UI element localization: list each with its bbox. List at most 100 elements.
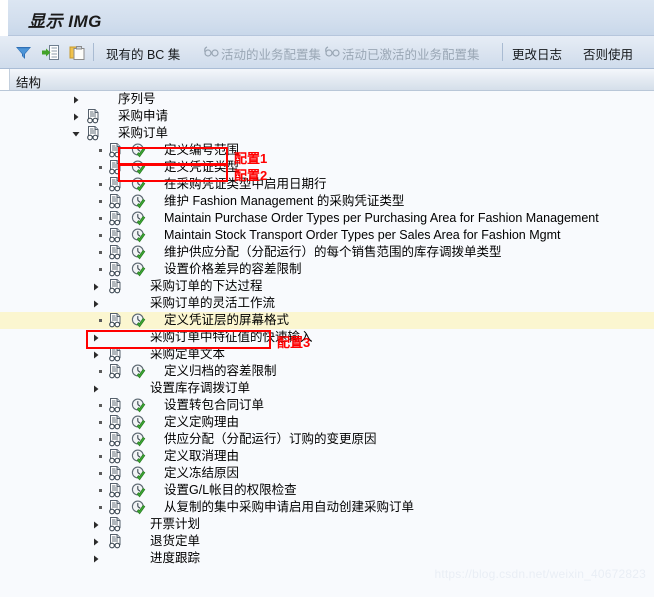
tree-row-label[interactable]: 定义冻结原因 <box>164 465 239 482</box>
tree-row-label[interactable]: 设置价格差异的容差限制 <box>164 261 302 278</box>
img-documentation-icon[interactable] <box>108 415 123 430</box>
tree-row[interactable]: 采购订单中特征值的快速输入 <box>0 329 654 346</box>
chevron-right-icon[interactable] <box>92 329 104 346</box>
expand-node-icon[interactable] <box>41 43 60 62</box>
img-documentation-icon[interactable] <box>108 245 123 260</box>
img-documentation-icon[interactable] <box>108 466 123 481</box>
tree-row-label[interactable]: Maintain Purchase Order Types per Purcha… <box>164 210 599 227</box>
img-activity-execute-icon[interactable] <box>131 415 146 430</box>
img-documentation-icon[interactable] <box>108 143 123 158</box>
img-activity-execute-icon[interactable] <box>131 245 146 260</box>
img-documentation-icon[interactable] <box>108 313 123 328</box>
tree-row-label[interactable]: 进度跟踪 <box>150 550 200 567</box>
img-documentation-icon[interactable] <box>108 347 123 362</box>
tree-row[interactable]: 设置价格差异的容差限制 <box>0 261 654 278</box>
img-activity-execute-icon[interactable] <box>131 466 146 481</box>
clipboard-icon[interactable] <box>68 43 87 62</box>
tree-row-label[interactable]: 设置库存调拨订单 <box>150 380 250 397</box>
img-activity-execute-icon[interactable] <box>131 500 146 515</box>
img-activity-execute-icon[interactable] <box>131 364 146 379</box>
existing-bc-sets-button[interactable]: 现有的 BC 集 <box>106 44 180 63</box>
img-activity-execute-icon[interactable] <box>131 398 146 413</box>
tree-row[interactable]: 维护 Fashion Management 的采购凭证类型 <box>0 193 654 210</box>
tree-row[interactable]: 定义凭证层的屏幕格式 <box>0 312 654 329</box>
tree-row-label[interactable]: 从复制的集中采购申请启用自动创建采购订单 <box>164 499 414 516</box>
img-documentation-icon[interactable] <box>108 449 123 464</box>
tree-row[interactable]: 维护供应分配（分配运行）的每个销售范围的库存调拨单类型 <box>0 244 654 261</box>
img-documentation-icon[interactable] <box>108 517 123 532</box>
tree-row-label[interactable]: 维护 Fashion Management 的采购凭证类型 <box>164 193 404 210</box>
tree-row[interactable]: 采购订单的灵活工作流 <box>0 295 654 312</box>
tree-row[interactable]: 从复制的集中采购申请启用自动创建采购订单 <box>0 499 654 516</box>
chevron-right-icon[interactable] <box>72 108 84 125</box>
chevron-right-icon[interactable] <box>92 295 104 312</box>
img-documentation-icon[interactable] <box>86 126 101 141</box>
img-documentation-icon[interactable] <box>108 194 123 209</box>
img-activity-execute-icon[interactable] <box>131 313 146 328</box>
chevron-right-icon[interactable] <box>72 91 84 108</box>
tree-row-label[interactable]: 定义编号范围 <box>164 142 239 159</box>
tree-row-label[interactable]: 采购订单的灵活工作流 <box>150 295 275 312</box>
tree-row-label[interactable]: 退货定单 <box>150 533 200 550</box>
tree-row[interactable]: Maintain Stock Transport Order Types per… <box>0 227 654 244</box>
img-documentation-icon[interactable] <box>108 364 123 379</box>
do-not-use-button[interactable]: 否则使用 <box>583 44 633 63</box>
tree-row[interactable]: 供应分配（分配运行）订购的变更原因 <box>0 431 654 448</box>
chevron-down-icon[interactable] <box>72 125 84 142</box>
tree-row[interactable]: 定义定购理由 <box>0 414 654 431</box>
chevron-right-icon[interactable] <box>92 533 104 550</box>
tree-row-label[interactable]: 采购订单 <box>118 125 168 142</box>
img-documentation-icon[interactable] <box>108 534 123 549</box>
img-activity-execute-icon[interactable] <box>131 194 146 209</box>
tree-row-label[interactable]: 供应分配（分配运行）订购的变更原因 <box>164 431 377 448</box>
tree-row[interactable]: 设置库存调拨订单 <box>0 380 654 397</box>
tree-row[interactable]: 采购订单的下达过程 <box>0 278 654 295</box>
tree-row[interactable]: 退货定单 <box>0 533 654 550</box>
tree-row-label[interactable]: 定义归档的容差限制 <box>164 363 277 380</box>
tree-row[interactable]: 定义归档的容差限制 <box>0 363 654 380</box>
filter-icon[interactable] <box>14 43 33 62</box>
tree-row[interactable]: 采购订单 <box>0 125 654 142</box>
img-activity-execute-icon[interactable] <box>131 262 146 277</box>
img-activity-execute-icon[interactable] <box>131 432 146 447</box>
img-activity-execute-icon[interactable] <box>131 228 146 243</box>
img-documentation-icon[interactable] <box>108 211 123 226</box>
img-activity-execute-icon[interactable] <box>131 177 146 192</box>
tree-row[interactable]: 开票计划 <box>0 516 654 533</box>
img-structure-tree[interactable]: 序列号 采购申请 采购订单 定义编号范围 定义凭证类型 在采购凭证类型中启用日期行 维护 F… <box>0 91 654 597</box>
tree-row[interactable]: 定义凭证类型 <box>0 159 654 176</box>
tree-row[interactable]: 在采购凭证类型中启用日期行 <box>0 176 654 193</box>
img-activity-execute-icon[interactable] <box>131 143 146 158</box>
change-log-button[interactable]: 更改日志 <box>512 44 562 63</box>
tree-row-label[interactable]: Maintain Stock Transport Order Types per… <box>164 227 560 244</box>
tree-row[interactable]: 采购定单文本 <box>0 346 654 363</box>
img-documentation-icon[interactable] <box>108 262 123 277</box>
tree-row-label[interactable]: 设置G/L帐目的权限检查 <box>164 482 297 499</box>
tree-row[interactable]: 定义取消理由 <box>0 448 654 465</box>
tree-row-label[interactable]: 采购申请 <box>118 108 168 125</box>
tree-row-label[interactable]: 定义凭证层的屏幕格式 <box>164 312 289 329</box>
tree-row-label[interactable]: 定义取消理由 <box>164 448 239 465</box>
img-documentation-icon[interactable] <box>86 109 101 124</box>
tree-row-label[interactable]: 开票计划 <box>150 516 200 533</box>
img-documentation-icon[interactable] <box>108 432 123 447</box>
tree-row[interactable]: 定义编号范围 <box>0 142 654 159</box>
tree-row[interactable]: 设置G/L帐目的权限检查 <box>0 482 654 499</box>
tree-row-label[interactable]: 维护供应分配（分配运行）的每个销售范围的库存调拨单类型 <box>164 244 502 261</box>
chevron-right-icon[interactable] <box>92 550 104 567</box>
img-documentation-icon[interactable] <box>108 398 123 413</box>
img-activity-execute-icon[interactable] <box>131 449 146 464</box>
img-activity-execute-icon[interactable] <box>131 160 146 175</box>
tree-row-label[interactable]: 定义定购理由 <box>164 414 239 431</box>
tree-row[interactable]: 采购申请 <box>0 108 654 125</box>
chevron-right-icon[interactable] <box>92 380 104 397</box>
tree-row[interactable]: 定义冻结原因 <box>0 465 654 482</box>
img-documentation-icon[interactable] <box>108 483 123 498</box>
img-activity-execute-icon[interactable] <box>131 483 146 498</box>
chevron-right-icon[interactable] <box>92 346 104 363</box>
tree-row-label[interactable]: 序列号 <box>118 91 156 108</box>
chevron-right-icon[interactable] <box>92 278 104 295</box>
tree-row-label[interactable]: 采购定单文本 <box>150 346 225 363</box>
img-documentation-icon[interactable] <box>108 500 123 515</box>
img-documentation-icon[interactable] <box>108 177 123 192</box>
